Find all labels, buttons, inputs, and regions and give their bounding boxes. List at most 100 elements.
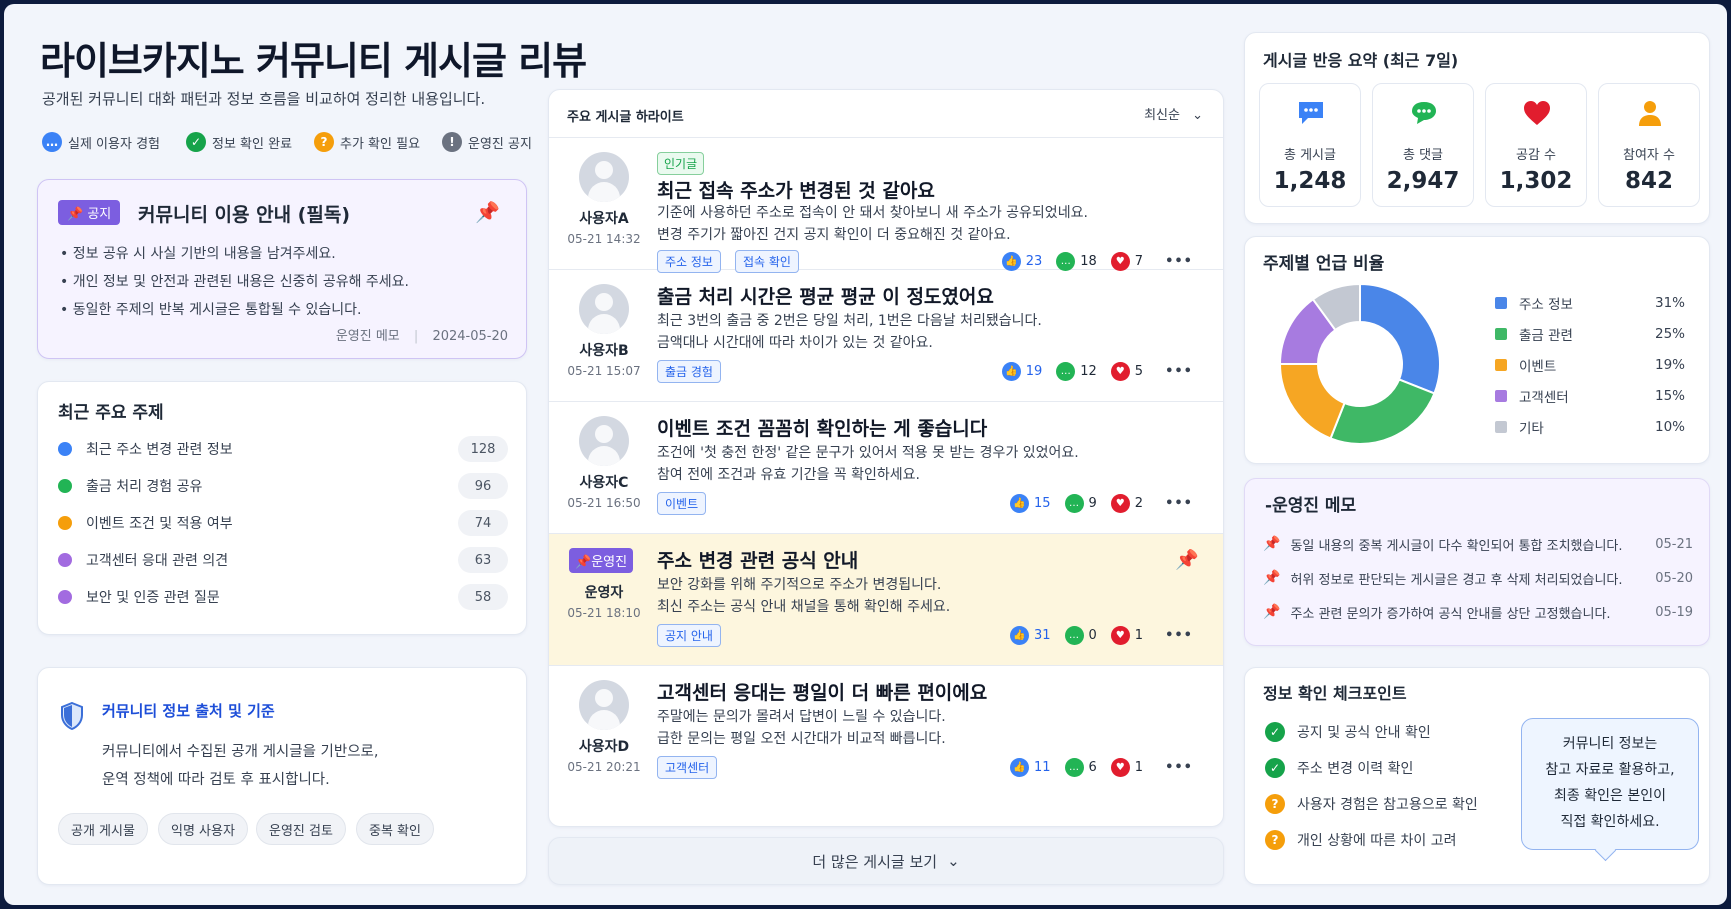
post-tag[interactable]: 공지 안내 xyxy=(657,624,721,647)
topic-item[interactable]: 최근 주소 변경 관련 정보 128 xyxy=(58,436,508,462)
like-stat[interactable]: 👍 19 xyxy=(1001,362,1042,381)
topic-dot-icon xyxy=(58,590,72,604)
memo-item[interactable]: 📌 동일 내용의 중복 게시글이 다수 확인되어 통합 조치했습니다. 05-21 xyxy=(1263,533,1693,555)
post-tag[interactable]: 고객센터 xyxy=(657,756,718,779)
more-icon[interactable]: ••• xyxy=(1165,628,1193,643)
topic-label: 이벤트 조건 및 적용 여부 xyxy=(86,516,233,532)
more-icon[interactable]: ••• xyxy=(1165,364,1193,379)
comment-icon xyxy=(1409,98,1439,128)
memo-item[interactable]: 📌 허위 정보로 판단되는 게시글은 경고 후 삭제 처리되었습니다. 05-20 xyxy=(1263,567,1693,589)
chevron-down-icon: ⌄ xyxy=(947,852,960,870)
topic-label: 고객센터 응대 관련 의견 xyxy=(86,553,229,569)
alert-icon: ! xyxy=(442,132,462,152)
post-tag[interactable]: 출금 경험 xyxy=(657,360,721,383)
stat-value: 842 xyxy=(1624,168,1673,194)
stat-total-posts: 총 게시글 1,248 xyxy=(1259,83,1361,207)
like-stat[interactable]: 👍 23 xyxy=(1001,252,1042,271)
legend-label: 고객센터 xyxy=(1519,390,1569,406)
like-stat[interactable]: 👍 15 xyxy=(1009,494,1051,513)
topic-count: 128 xyxy=(458,436,508,462)
comment-stat[interactable]: … 12 xyxy=(1056,362,1097,381)
post-title[interactable]: 최근 접속 주소가 변경된 것 같아요 xyxy=(657,176,935,203)
stat-value: 1,302 xyxy=(1499,168,1573,194)
topic-count: 96 xyxy=(458,473,508,499)
notice-card[interactable]: 📌 공지 커뮤니티 이용 안내 (필독) 📌 • 정보 공유 시 사실 기반의 … xyxy=(37,179,527,359)
memo-item[interactable]: 📌 주소 관련 문의가 증가하여 공식 안내를 상단 고정했습니다. 05-19 xyxy=(1263,601,1693,623)
topic-item[interactable]: 출금 처리 경험 공유 96 xyxy=(58,473,508,499)
chip-dup-check[interactable]: 중복 확인 xyxy=(356,813,434,845)
avatar xyxy=(579,284,629,334)
post-tag[interactable]: 이벤트 xyxy=(657,492,707,515)
topic-item[interactable]: 고객센터 응대 관련 의견 63 xyxy=(58,547,508,573)
notice-bullet: • 개인 정보 및 안전과 관련된 내용은 신중히 공유해 주세요. xyxy=(60,274,410,290)
heart-count: 1 xyxy=(1134,760,1144,775)
memo-text: 주소 관련 문의가 증가하여 공식 안내를 상단 고정했습니다. xyxy=(1290,606,1611,622)
post-title[interactable]: 출금 처리 시간은 평균 평균 이 정도였어요 xyxy=(657,282,994,309)
tip-bubble: 커뮤니티 정보는 참고 자료로 활용하고, 최종 확인은 본인이 직접 확인하세… xyxy=(1521,718,1699,850)
notice-footer-author: 운영진 메모 xyxy=(335,329,400,344)
post-title[interactable]: 고객센터 응대는 평일이 더 빠른 편이에요 xyxy=(657,678,987,705)
like-stat[interactable]: 👍 31 xyxy=(1009,626,1051,645)
post-item[interactable]: 사용자B 05-21 15:07 출금 처리 시간은 평균 평균 이 정도였어요… xyxy=(549,270,1223,402)
topic-item[interactable]: 보안 및 인증 관련 질문 58 xyxy=(58,584,508,610)
chip-admin-review[interactable]: 운영진 검토 xyxy=(256,813,346,845)
pie-slice-0 xyxy=(1359,282,1441,395)
notice-footer: 운영진 메모 | 2024-05-20 xyxy=(335,329,508,344)
comment-icon: … xyxy=(1056,252,1076,271)
comment-stat[interactable]: … 6 xyxy=(1064,758,1097,777)
post-item[interactable]: 사용자A 05-21 14:32 인기글 최근 접속 주소가 변경된 것 같아요… xyxy=(549,138,1223,273)
post-item[interactable]: 사용자D 05-21 20:21 고객센터 응대는 평일이 더 빠른 편이에요 … xyxy=(549,666,1223,798)
legend-item: 이벤트 19% xyxy=(1495,355,1685,375)
legend-admin-notice: ! 운영진 공지 xyxy=(442,132,532,152)
comment-stat[interactable]: … 18 xyxy=(1056,252,1097,271)
memo-text: 허위 정보로 판단되는 게시글은 경고 후 삭제 처리되었습니다. xyxy=(1290,572,1623,588)
shield-icon xyxy=(61,702,83,730)
notice-bullet: • 정보 공유 시 사실 기반의 내용을 남겨주세요. xyxy=(60,246,336,262)
heart-icon: ♥ xyxy=(1110,362,1130,381)
heart-stat[interactable]: ♥ 1 xyxy=(1110,626,1143,645)
heart-count: 5 xyxy=(1134,364,1144,379)
pin-icon[interactable]: 📌 xyxy=(475,200,500,224)
post-date: 05-21 20:21 xyxy=(567,760,641,774)
comment-stat[interactable]: … 9 xyxy=(1064,494,1097,513)
comment-stat[interactable]: … 0 xyxy=(1064,626,1097,645)
topic-item[interactable]: 이벤트 조건 및 적용 여부 74 xyxy=(58,510,508,536)
memo-date: 05-21 xyxy=(1655,536,1693,552)
legend-percent: 31% xyxy=(1654,295,1685,311)
pin-icon[interactable]: 📌 xyxy=(1175,548,1199,571)
legend-swatch xyxy=(1495,421,1507,433)
chip-anonymous-user[interactable]: 익명 사용자 xyxy=(158,813,248,845)
post-stats: 👍 15 … 9 ♥ 2 ••• xyxy=(996,494,1193,513)
post-user: 운영자 xyxy=(584,585,624,601)
chat-bubble-icon xyxy=(1296,98,1326,128)
heart-stat[interactable]: ♥ 1 xyxy=(1110,758,1144,777)
heart-stat[interactable]: ♥ 2 xyxy=(1110,494,1143,513)
more-icon[interactable]: ••• xyxy=(1165,496,1193,511)
like-stat[interactable]: 👍 11 xyxy=(1009,758,1051,777)
post-title[interactable]: 이벤트 조건 꼼꼼히 확인하는 게 좋습니다 xyxy=(657,414,987,441)
avatar xyxy=(579,152,629,202)
more-icon[interactable]: ••• xyxy=(1165,254,1193,269)
checkpoint-label: 주소 변경 이력 확인 xyxy=(1297,761,1414,777)
post-item[interactable]: 사용자C 05-21 16:50 이벤트 조건 꼼꼼히 확인하는 게 좋습니다 … xyxy=(549,402,1223,534)
legend-item: 고객센터 15% xyxy=(1495,386,1685,406)
checkpoint-item: ? 개인 상황에 따른 차이 고려 xyxy=(1265,828,1456,852)
chip-public-post[interactable]: 공개 게시물 xyxy=(58,813,148,845)
legend-label: 기타 xyxy=(1519,421,1544,437)
post-item-official[interactable]: 📌운영진 운영자 05-21 18:10 주소 변경 관련 공식 안내 📌 보안… xyxy=(549,534,1223,666)
reaction-summary-card: 게시글 반응 요약 (최근 7일) 총 게시글 1,248 총 댓글 2,947… xyxy=(1244,32,1710,224)
heart-stat[interactable]: ♥ 7 xyxy=(1110,252,1144,271)
post-title[interactable]: 주소 변경 관련 공식 안내 xyxy=(657,546,858,573)
post-date: 05-21 18:10 xyxy=(567,606,641,620)
tip-line: 직접 확인하세요. xyxy=(1560,814,1660,830)
comment-icon: … xyxy=(1056,362,1076,381)
legend-label: 주소 정보 xyxy=(1519,297,1573,313)
chart-title: 주제별 언급 비율 xyxy=(1263,254,1385,274)
heart-count: 7 xyxy=(1134,254,1144,269)
heart-stat[interactable]: ♥ 5 xyxy=(1110,362,1144,381)
more-icon[interactable]: ••• xyxy=(1165,760,1193,775)
heart-icon: ♥ xyxy=(1110,758,1130,777)
load-more-button[interactable]: 더 많은 게시글 보기 ⌄ xyxy=(548,837,1224,885)
sort-dropdown[interactable]: 최신순 ⌄ xyxy=(1144,104,1203,123)
summary-title: 게시글 반응 요약 (최근 7일) xyxy=(1263,51,1459,70)
